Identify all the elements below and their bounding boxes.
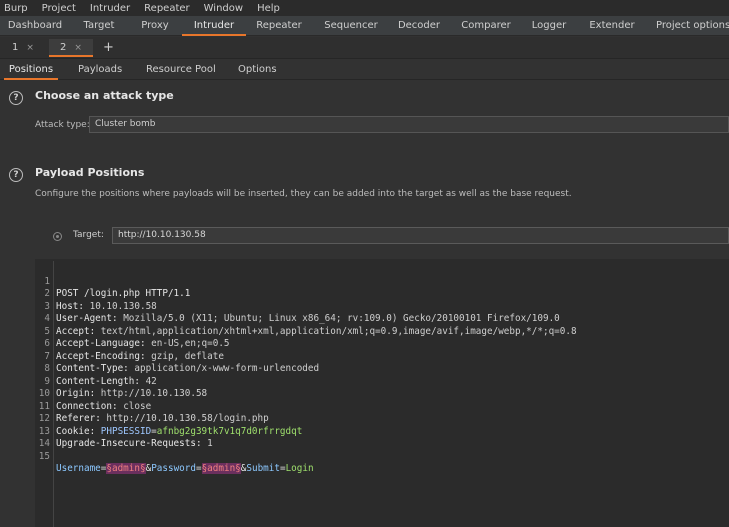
header-value: close — [123, 400, 152, 412]
header-name: Accept-Encoding — [56, 350, 140, 362]
payload-positions-description: Configure the positions where payloads w… — [35, 189, 572, 199]
close-icon[interactable]: × — [26, 43, 34, 53]
param-name: Username — [56, 463, 101, 474]
attack-type-select[interactable]: Cluster bomb — [89, 116, 729, 133]
request-line: 6 Accept-Encoding: gzip, deflate — [35, 326, 224, 362]
header-value: http://10.10.130.58 — [100, 388, 208, 399]
param-value: Login — [285, 463, 314, 474]
attack-tab-label: 1 — [12, 42, 19, 53]
request-start-line: POST /login.php HTTP/1.1 — [56, 288, 191, 299]
request-line: 12 Cookie: PHPSESSID=afnbg2g39tk7v1q7d0r… — [35, 401, 303, 437]
request-line: 10 Connection: close — [35, 376, 151, 412]
attack-tab-label: 2 — [60, 42, 67, 53]
tab-options[interactable]: Options — [238, 60, 277, 80]
header-value: text/html,application/xhtml+xml,applicat… — [100, 325, 577, 337]
payload-positions-heading: Payload Positions — [35, 166, 145, 179]
tab-proxy[interactable]: Proxy — [128, 16, 182, 36]
param-name: Submit — [246, 463, 280, 474]
target-input[interactable]: http://10.10.130.58 — [112, 227, 729, 244]
tab-sequencer[interactable]: Sequencer — [312, 16, 390, 36]
header-value: gzip, deflate — [151, 350, 224, 362]
request-line: 9 Origin: http://10.10.130.58 — [35, 363, 207, 400]
menu-help[interactable]: Help — [252, 3, 285, 14]
tab-resource-pool[interactable]: Resource Pool — [146, 60, 216, 80]
request-line: 8 Content-Length: 42 — [35, 351, 156, 387]
header-value: http://10.10.130.58/login.php — [106, 413, 269, 424]
request-line: 5 Accept-Language: en-US,en;q=0.5 — [35, 313, 229, 350]
request-line: 7 Content-Type: application/x-www-form-u… — [35, 338, 319, 375]
cookie-value: afnbg2g39tk7v1q7d0rfrrgdqt — [156, 425, 303, 437]
close-icon[interactable]: × — [74, 43, 82, 53]
tab-extender[interactable]: Extender — [574, 16, 650, 36]
header-value: 42 — [145, 375, 157, 387]
tab-comparer[interactable]: Comparer — [448, 16, 524, 36]
param-name: Password — [151, 463, 196, 474]
request-line: 1 POST /login.php HTTP/1.1 — [35, 263, 190, 300]
attack-type-label: Attack type: — [35, 120, 90, 130]
header-value: 1 — [207, 438, 213, 449]
request-line: 14 — [35, 426, 69, 449]
help-icon[interactable]: ? — [9, 168, 23, 182]
menu-bar: Burp Project Intruder Repeater Window He… — [0, 0, 729, 16]
menu-window[interactable]: Window — [199, 3, 248, 14]
request-panel: Target: http://10.10.130.58 1 POST /logi… — [35, 213, 729, 527]
config-tab-bar: Positions Payloads Resource Pool Options — [0, 60, 729, 80]
header-value: Mozilla/5.0 (X11; Ubuntu; Linux x86_64; … — [123, 313, 560, 324]
attack-tab-2[interactable]: 2 × — [49, 39, 93, 57]
tab-project-options[interactable]: Project options — [650, 16, 729, 36]
header-value: application/x-www-form-urlencoded — [134, 363, 320, 374]
attack-type-heading: Choose an attack type — [35, 89, 174, 102]
line-number: 15 — [38, 450, 50, 462]
add-tab-button[interactable]: + — [103, 39, 114, 57]
request-line: 3 User-Agent: Mozilla/5.0 (X11; Ubuntu; … — [35, 288, 559, 325]
menu-intruder[interactable]: Intruder — [85, 3, 135, 14]
header-name: Accept-Language — [56, 338, 140, 349]
target-bar: Target: http://10.10.130.58 — [35, 213, 729, 259]
tab-payloads[interactable]: Payloads — [78, 60, 122, 80]
menu-repeater[interactable]: Repeater — [139, 3, 194, 14]
request-line: 2 Host: 10.10.130.58 — [35, 276, 156, 312]
attack-tab-bar: 1 × 2 × + — [0, 37, 729, 59]
tab-target[interactable]: Target — [70, 16, 128, 36]
header-value: 10.10.130.58 — [89, 300, 157, 312]
help-icon[interactable]: ? — [9, 91, 23, 105]
request-line: 15 Username=§admin§&Password=§admin§&Sub… — [35, 438, 314, 474]
payload-marker[interactable]: §admin§ — [106, 463, 146, 474]
tab-positions[interactable]: Positions — [4, 60, 58, 80]
main-tab-bar: Dashboard Target Proxy Intruder Repeater… — [0, 16, 729, 36]
request-line: 4 Accept: text/html,application/xhtml+xm… — [35, 301, 576, 337]
attack-tab-1[interactable]: 1 × — [12, 39, 42, 57]
header-value: en-US,en;q=0.5 — [151, 338, 230, 349]
request-line: 13 Upgrade-Insecure-Requests: 1 — [35, 413, 213, 450]
tab-dashboard[interactable]: Dashboard — [0, 16, 70, 36]
target-label: Target: — [73, 230, 104, 240]
header-name: Upgrade-Insecure-Requests — [56, 438, 196, 449]
target-icon — [53, 232, 62, 241]
menu-project[interactable]: Project — [37, 3, 81, 14]
request-line: 11 Referer: http://10.10.130.58/login.ph… — [35, 388, 269, 425]
menu-burp[interactable]: Burp — [0, 3, 33, 14]
tab-repeater[interactable]: Repeater — [246, 16, 312, 36]
payload-marker[interactable]: §admin§ — [201, 463, 241, 474]
cookie-name: PHPSESSID — [100, 425, 152, 437]
tab-decoder[interactable]: Decoder — [390, 16, 448, 36]
tab-intruder[interactable]: Intruder — [182, 16, 246, 36]
tab-logger[interactable]: Logger — [524, 16, 574, 36]
request-editor[interactable]: 1 POST /login.php HTTP/1.1 2 Host: 10.10… — [35, 261, 729, 527]
